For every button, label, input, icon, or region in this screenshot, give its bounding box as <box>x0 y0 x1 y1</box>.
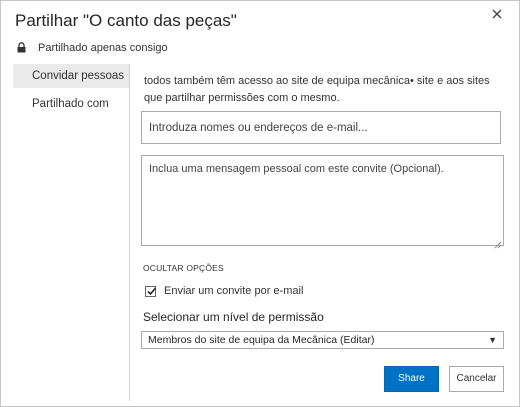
sidebar-divider <box>129 64 130 401</box>
dialog-title: Partilhar "O canto das peças" <box>15 11 237 30</box>
share-button[interactable]: Share <box>384 366 439 392</box>
send-email-row: Enviar um convite por e-mail <box>145 285 303 297</box>
permission-select[interactable]: Membros do site de equipa da Mecânica (E… <box>141 331 504 349</box>
permission-selected-value: Membros do site de equipa da Mecânica (E… <box>148 334 375 346</box>
sidebar-item-shared-with[interactable]: Partilhado com <box>13 92 129 116</box>
info-text: todos também têm acesso ao site de equip… <box>144 75 490 104</box>
share-dialog: Partilhar "O canto das peças" Partilhado… <box>0 0 520 407</box>
hide-options-link[interactable]: OCULTAR OPÇÕES <box>143 263 224 273</box>
dropdown-arrow-icon: ▼ <box>488 335 497 345</box>
permission-label: Selecionar um nível de permissão <box>143 310 324 324</box>
lock-icon <box>17 42 28 54</box>
sidebar-item-invite[interactable]: Convidar pessoas <box>13 64 129 88</box>
cancel-button[interactable]: Cancelar <box>449 366 504 392</box>
resize-handle-icon[interactable] <box>494 236 502 249</box>
close-icon[interactable] <box>489 7 505 23</box>
send-email-label: Enviar um convite por e-mail <box>164 285 304 297</box>
shared-status-text: Partilhado apenas consigo <box>38 42 168 54</box>
sidebar: Convidar pessoas Partilhado com <box>13 64 129 120</box>
names-input[interactable] <box>141 111 501 144</box>
send-email-checkbox[interactable] <box>145 285 157 297</box>
message-input[interactable] <box>141 155 504 246</box>
shared-status: Partilhado apenas consigo <box>17 42 168 54</box>
